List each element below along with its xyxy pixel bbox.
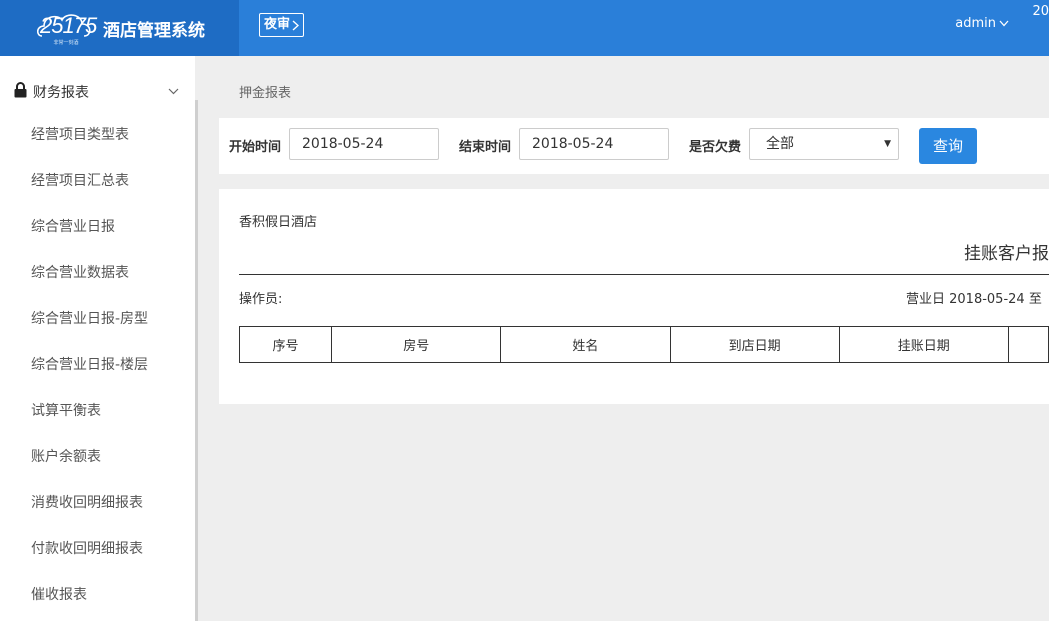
sidebar-group-label: 财务报表 bbox=[33, 85, 89, 101]
logo: 25175 非常一刻酒 bbox=[36, 8, 97, 48]
sidebar-item[interactable]: 综合营业日报-楼层 bbox=[0, 350, 195, 396]
breadcrumb: 押金报表 bbox=[239, 86, 292, 101]
table-header-row: 序号 房号 姓名 到店日期 挂账日期 bbox=[238, 326, 1049, 363]
logo-tagline: 非常一刻酒 bbox=[53, 40, 79, 46]
column-header: 序号 bbox=[238, 326, 333, 363]
end-date-input[interactable]: 2018-05-24 bbox=[519, 128, 669, 160]
query-button[interactable]: 查询 bbox=[919, 128, 977, 164]
arrears-label: 是否欠费 bbox=[689, 140, 742, 155]
user-name: admin bbox=[955, 16, 996, 31]
chevron-down-icon bbox=[999, 20, 1009, 27]
sidebar-item[interactable]: 试算平衡表 bbox=[0, 396, 195, 442]
main-content: 押金报表 开始时间 2018-05-24 结束时间 2018-05-24 是否欠… bbox=[198, 56, 1049, 621]
sidebar: 财务报表 经营项目类型表 经营项目汇总表 综合营业日报 综合营业数据表 综合营业… bbox=[0, 56, 195, 621]
title-divider bbox=[239, 274, 1049, 275]
sidebar-group-finance-reports[interactable]: 财务报表 bbox=[0, 76, 195, 106]
sidebar-item[interactable]: 账户余额表 bbox=[0, 442, 195, 488]
dropdown-arrow-icon: ▼ bbox=[884, 139, 891, 149]
column-header-clipped bbox=[1007, 326, 1049, 363]
night-audit-button[interactable]: 夜审 bbox=[259, 13, 305, 37]
logo-number: 25175 bbox=[40, 13, 97, 38]
arrears-select[interactable]: 全部 ▼ bbox=[749, 128, 899, 160]
filter-bar: 开始时间 2018-05-24 结束时间 2018-05-24 是否欠费 全部 … bbox=[219, 118, 1049, 174]
column-header: 到店日期 bbox=[669, 326, 840, 363]
sidebar-item[interactable]: 经营项目类型表 bbox=[0, 120, 195, 166]
sidebar-item[interactable]: 付款收回明细报表 bbox=[0, 534, 195, 580]
report-panel: 香积假日酒店 挂账客户报 操作员: 营业日 2018-05-24 至 序号 房号… bbox=[219, 189, 1049, 404]
top-bar: 25175 非常一刻酒 酒店管理系统 夜审 admin 20 bbox=[0, 0, 1049, 56]
chevron-right-icon bbox=[292, 19, 300, 31]
sidebar-item[interactable]: 综合营业日报 bbox=[0, 212, 195, 258]
lock-icon bbox=[14, 82, 27, 98]
column-header: 姓名 bbox=[500, 326, 671, 363]
sidebar-menu: 经营项目类型表 经营项目汇总表 综合营业日报 综合营业数据表 综合营业日报-房型… bbox=[0, 120, 195, 621]
column-header: 房号 bbox=[331, 326, 502, 363]
brand-area: 25175 非常一刻酒 酒店管理系统 bbox=[0, 0, 239, 56]
start-date-input[interactable]: 2018-05-24 bbox=[289, 128, 439, 160]
user-menu[interactable]: admin bbox=[955, 16, 1009, 31]
column-header: 挂账日期 bbox=[838, 326, 1009, 363]
report-table: 序号 房号 姓名 到店日期 挂账日期 bbox=[238, 326, 1049, 363]
arrears-select-value: 全部 bbox=[766, 136, 794, 152]
night-audit-label: 夜审 bbox=[264, 17, 291, 32]
sidebar-item[interactable]: 催收报表 bbox=[0, 580, 195, 621]
end-date-label: 结束时间 bbox=[459, 140, 512, 155]
header-corner-text: 20 bbox=[1032, 4, 1049, 19]
app-title: 酒店管理系统 bbox=[103, 21, 205, 41]
sidebar-item[interactable]: 综合营业日报-房型 bbox=[0, 304, 195, 350]
sidebar-item[interactable]: 综合营业数据表 bbox=[0, 258, 195, 304]
chevron-down-icon bbox=[168, 88, 179, 95]
sidebar-item[interactable]: 经营项目汇总表 bbox=[0, 166, 195, 212]
start-date-label: 开始时间 bbox=[229, 140, 282, 155]
business-day: 营业日 2018-05-24 至 bbox=[906, 292, 1042, 307]
report-title: 挂账客户报 bbox=[964, 244, 1049, 264]
operator-label: 操作员: bbox=[239, 292, 283, 307]
sidebar-item[interactable]: 消费收回明细报表 bbox=[0, 488, 195, 534]
hotel-name: 香积假日酒店 bbox=[239, 215, 318, 230]
